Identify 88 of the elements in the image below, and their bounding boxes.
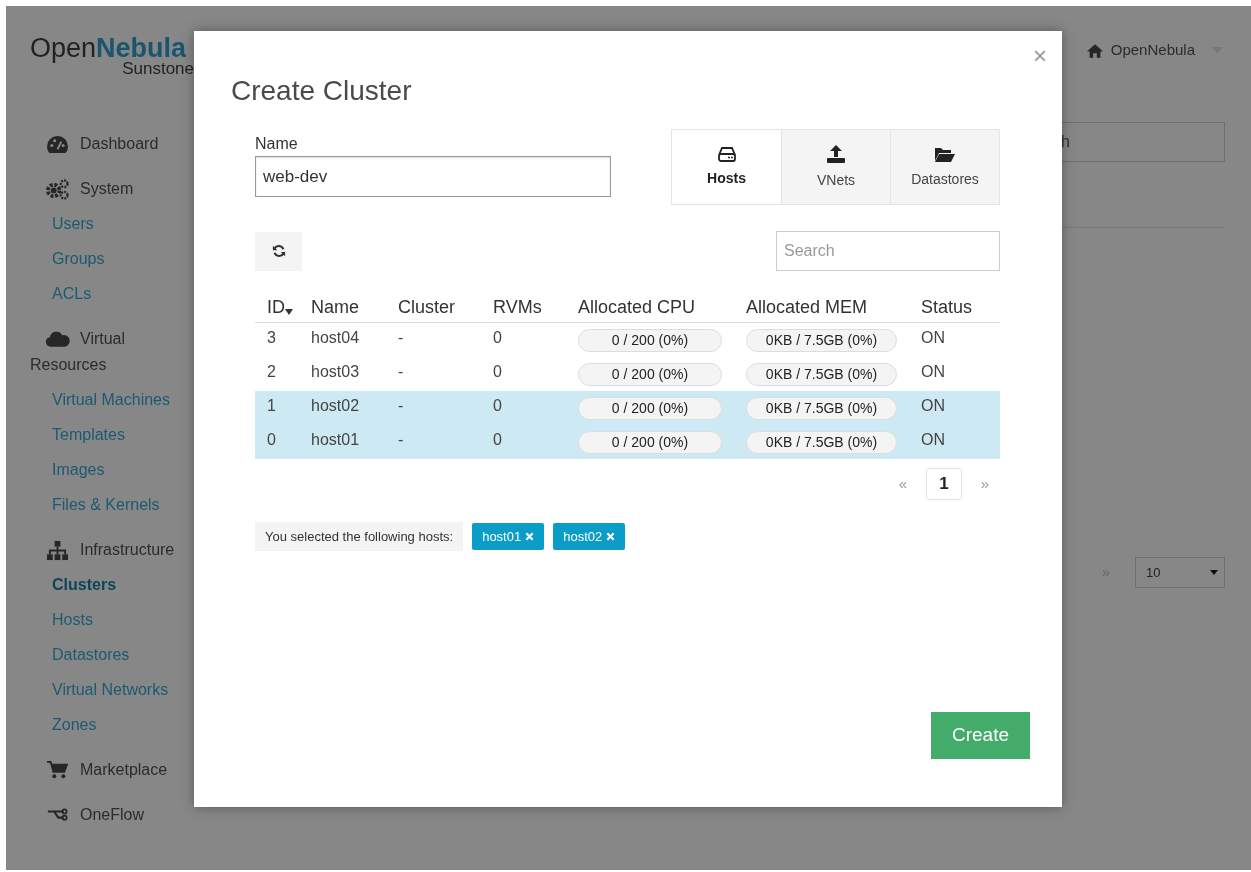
previous-page-link[interactable]: « xyxy=(888,472,918,496)
table-cell: ON xyxy=(921,397,945,414)
table-cell: 0 xyxy=(493,363,502,380)
host-tag[interactable]: host01 xyxy=(472,523,545,550)
nav-link[interactable]: Files & Kernels xyxy=(6,487,194,522)
table-cell: host01 xyxy=(311,431,360,448)
name-input[interactable]: web-dev xyxy=(255,156,611,197)
drive-icon xyxy=(716,145,737,162)
progress-bar: 0 / 200 (0%) xyxy=(578,396,722,420)
create-button[interactable]: Create xyxy=(931,712,1030,759)
nav-link[interactable]: Virtual Machines xyxy=(6,382,194,417)
column-header[interactable]: Allocated MEM xyxy=(746,294,868,321)
cloud-icon xyxy=(44,331,70,348)
nav-section[interactable]: Dashboard xyxy=(6,126,194,161)
table-cell: ON xyxy=(921,431,945,448)
nav-section[interactable]: Infrastructure xyxy=(6,532,194,567)
sort-icon xyxy=(285,308,293,315)
progress-bar: 0KB / 7.5GB (0%) xyxy=(746,362,897,386)
page-button[interactable]: 1 xyxy=(926,468,962,500)
next-page-link[interactable]: » xyxy=(970,472,1000,496)
column-header[interactable]: Status xyxy=(921,294,973,321)
nav-link[interactable]: Hosts xyxy=(6,602,194,637)
progress-bar: 0KB / 7.5GB (0%) xyxy=(746,328,897,352)
nav-section[interactable]: System xyxy=(6,171,194,206)
table-cell: 1 xyxy=(267,397,276,414)
flow-icon xyxy=(46,808,68,823)
page-size-select[interactable]: 10 xyxy=(1135,557,1225,588)
table-cell: - xyxy=(398,431,404,448)
nav-link[interactable]: ACLs xyxy=(6,276,194,311)
table-row[interactable]: 1 host02 - 0 0 / 200 (0%) 0KB / 7.5GB (0%) ON xyxy=(255,391,1000,425)
table-cell: 0 xyxy=(493,397,502,414)
progress-bar: 0 / 200 (0%) xyxy=(578,328,722,352)
home-icon xyxy=(1085,42,1104,58)
nav-link[interactable]: Templates xyxy=(6,417,194,452)
nav-section[interactable]: OneFlow xyxy=(6,797,194,832)
table-cell: 0 xyxy=(267,431,276,448)
remove-icon xyxy=(606,532,616,541)
progress-bar: 0 / 200 (0%) xyxy=(578,430,722,454)
table-cell: ON xyxy=(921,329,945,346)
selection-label: You selected the following hosts: xyxy=(255,522,464,551)
logo-subtitle: Sunstone xyxy=(121,60,194,78)
gauge-icon xyxy=(45,134,69,154)
column-header[interactable]: Allocated CPU xyxy=(578,294,696,321)
nav-link[interactable]: Zones xyxy=(6,707,194,742)
table-cell: 0 xyxy=(493,329,502,346)
host-tag[interactable]: host02 xyxy=(553,523,626,550)
nav-link[interactable]: Images xyxy=(6,452,194,487)
gears-icon xyxy=(45,178,69,200)
column-header[interactable]: Name xyxy=(311,294,359,321)
cart-icon xyxy=(46,760,68,781)
progress-bar: 0 / 200 (0%) xyxy=(578,362,722,386)
nav-link[interactable]: Datastores xyxy=(6,637,194,672)
nav-link[interactable]: Clusters xyxy=(6,567,194,602)
caret-icon xyxy=(1210,570,1218,575)
table-cell: ON xyxy=(921,363,945,380)
table-cell: - xyxy=(398,329,404,346)
logo-title: OpenNebula xyxy=(30,32,187,63)
sitemap-icon xyxy=(45,539,69,561)
table-cell: - xyxy=(398,363,404,380)
refresh-icon xyxy=(271,244,286,258)
nav-link[interactable]: Groups xyxy=(6,241,194,276)
table-cell: 0 xyxy=(493,431,502,448)
table-cell: host04 xyxy=(311,329,360,346)
remove-icon xyxy=(525,532,535,541)
table-cell: 3 xyxy=(267,329,276,346)
nav-link[interactable]: Users xyxy=(6,206,194,241)
table-cell: - xyxy=(398,397,404,414)
column-header[interactable]: Cluster xyxy=(398,294,455,321)
column-header[interactable]: RVMs xyxy=(493,294,542,321)
refresh-button[interactable] xyxy=(255,231,302,271)
table-cell: 2 xyxy=(267,363,276,380)
progress-bar: 0KB / 7.5GB (0%) xyxy=(746,430,897,454)
close-button[interactable]: × xyxy=(1031,44,1049,68)
table-cell: host03 xyxy=(311,363,360,380)
table-cell: host02 xyxy=(311,397,360,414)
field-label: Name xyxy=(255,135,299,153)
upload-icon xyxy=(826,143,846,164)
user-menu[interactable]: OpenNebula xyxy=(1085,39,1225,61)
table-row[interactable]: 0 host01 - 0 0 / 200 (0%) 0KB / 7.5GB (0%) ON xyxy=(255,425,1000,459)
column-header[interactable]: ID xyxy=(267,294,285,321)
dialog-title: Create Cluster xyxy=(231,74,412,108)
tab[interactable]: Datastores xyxy=(890,130,999,204)
search-field[interactable]: Search xyxy=(776,231,1000,271)
nav-link[interactable]: Virtual Networks xyxy=(6,672,194,707)
nav-section[interactable]: Marketplace xyxy=(6,752,194,787)
progress-bar: 0KB / 7.5GB (0%) xyxy=(746,396,897,420)
tab[interactable]: VNets xyxy=(781,130,890,204)
nav-section[interactable]: Virtual Resources xyxy=(6,321,194,382)
